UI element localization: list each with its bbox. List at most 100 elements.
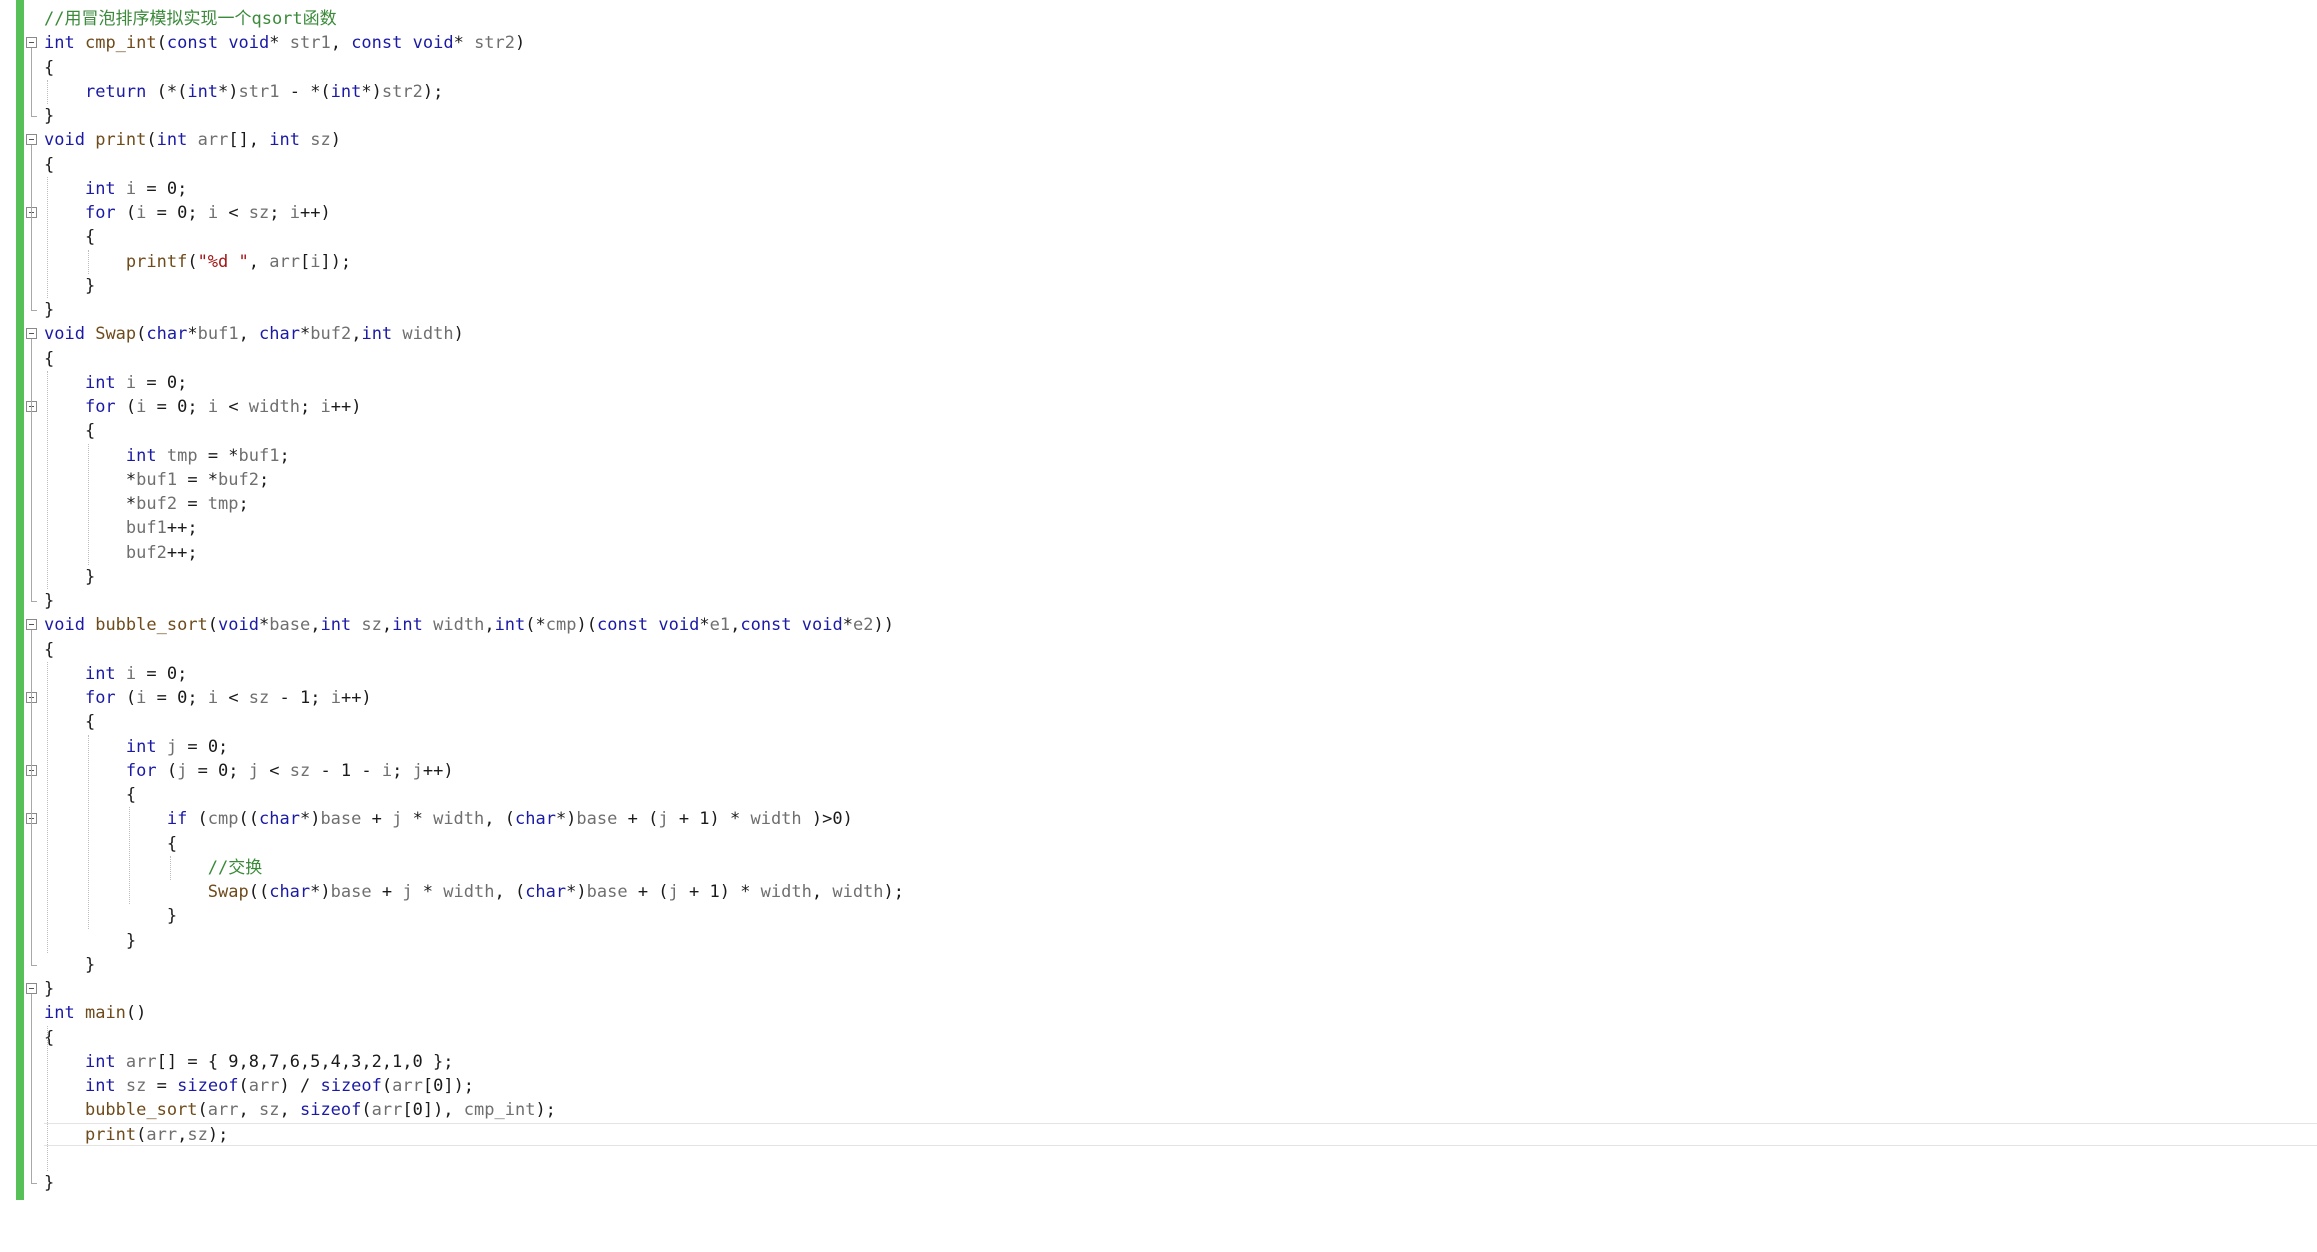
fold-toggle-icon[interactable] <box>26 37 37 49</box>
code-line[interactable]: return (*(int*)str1 - *(int*)str2); <box>44 80 904 104</box>
code-line[interactable]: } <box>44 977 904 1001</box>
fold-end-marker <box>31 1183 37 1184</box>
code-line[interactable]: } <box>44 953 904 977</box>
code-line[interactable]: buf2++; <box>44 541 904 565</box>
code-line[interactable]: { <box>44 832 904 856</box>
code-line[interactable]: } <box>44 904 904 928</box>
fold-toggle-icon[interactable] <box>26 983 37 994</box>
code-editor[interactable]: //用冒泡排序模拟实现一个qsort函数 int cmp_int(const vo… <box>0 0 2317 1252</box>
code-token: *) <box>310 882 331 902</box>
code-line[interactable]: for (i = 0; i < width; i++) <box>44 395 904 419</box>
code-token: = 0; <box>177 736 229 757</box>
code-token: ( <box>146 130 157 151</box>
code-token: ( <box>136 1124 147 1145</box>
code-line[interactable]: for (j = 0; j < sz - 1 - i; j++) <box>44 759 904 783</box>
code-line[interactable]: void Swap(char*buf1, char*buf2,int width… <box>44 322 904 346</box>
code-line[interactable]: } <box>44 1171 904 1195</box>
code-line[interactable]: int i = 0; <box>44 662 904 686</box>
code-token: char <box>259 809 300 830</box>
code-line[interactable]: int main() <box>44 1001 904 1025</box>
code-token: sz <box>289 760 311 781</box>
code-line[interactable]: buf1++; <box>44 516 904 540</box>
code-line[interactable]: { <box>44 638 904 662</box>
code-line[interactable]: int j = 0; <box>44 735 904 759</box>
code-line[interactable]: { <box>44 153 904 177</box>
code-line[interactable]: //用冒泡排序模拟实现一个qsort函数 <box>44 7 904 31</box>
code-line[interactable]: int tmp = *buf1; <box>44 444 904 468</box>
code-line[interactable]: int i = 0; <box>44 371 904 395</box>
code-token: e1 <box>709 615 731 636</box>
code-token: } <box>44 979 55 999</box>
code-token: j <box>412 760 423 781</box>
code-line[interactable]: { <box>44 56 904 80</box>
code-line[interactable]: { <box>44 347 904 371</box>
code-token: i <box>125 663 137 684</box>
code-line[interactable]: { <box>44 419 904 443</box>
code-token: = <box>146 1076 178 1096</box>
code-line[interactable]: bubble_sort(arr, sz, sizeof(arr[0]), cmp… <box>44 1098 904 1122</box>
code-line[interactable]: int i = 0; <box>44 177 904 201</box>
code-token: int <box>361 324 393 345</box>
code-line[interactable]: int arr[] = { 9,8,7,6,5,4,3,2,1,0 }; <box>44 1050 904 1074</box>
code-line[interactable]: } <box>44 929 904 953</box>
code-line[interactable]: { <box>44 225 904 249</box>
code-token: } <box>44 954 96 975</box>
code-token: arr <box>248 1076 280 1096</box>
indent-guide <box>47 661 48 953</box>
fold-toggle-icon[interactable] <box>26 619 37 631</box>
code-line[interactable]: for (i = 0; i < sz - 1; i++) <box>44 686 904 710</box>
code-line[interactable]: int cmp_int(const void* str1, const void… <box>44 31 904 55</box>
code-token: const <box>740 615 792 636</box>
code-line[interactable]: { <box>44 783 904 807</box>
code-line[interactable]: void bubble_sort(void*base,int sz,int wi… <box>44 613 904 637</box>
code-token: width <box>832 882 884 902</box>
code-token: //用冒泡排序模拟实现一个qsort函数 <box>44 9 337 29</box>
code-line[interactable]: *buf1 = *buf2; <box>44 468 904 492</box>
code-line[interactable]: for (i = 0; i < sz; i++) <box>44 201 904 225</box>
code-token: sizeof <box>320 1076 382 1096</box>
code-text-area[interactable]: //用冒泡排序模拟实现一个qsort函数 int cmp_int(const vo… <box>44 7 904 1195</box>
code-token: { <box>44 57 55 78</box>
code-line[interactable]: } <box>44 298 904 322</box>
code-line[interactable]: void print(int arr[], int sz) <box>44 128 904 152</box>
code-token: int <box>320 615 352 636</box>
code-line[interactable]: print(arr,sz); <box>44 1123 904 1147</box>
code-line[interactable]: } <box>44 589 904 613</box>
code-token: * <box>842 615 853 636</box>
code-token: + <box>361 809 393 830</box>
code-token: { <box>44 421 96 442</box>
code-line[interactable]: { <box>44 1026 904 1050</box>
code-token: = 0; <box>136 178 188 199</box>
code-token: j <box>402 882 413 902</box>
code-line[interactable]: } <box>44 274 904 298</box>
code-token: int <box>156 130 188 151</box>
code-line[interactable]: if (cmp((char*)base + j * width, (char*)… <box>44 807 904 831</box>
code-token: int <box>269 130 300 151</box>
code-line[interactable] <box>44 1147 904 1171</box>
code-token: + ( <box>617 809 659 830</box>
code-token: ++) <box>330 397 362 417</box>
fold-toggle-icon[interactable] <box>26 328 37 340</box>
code-token: * <box>44 469 137 490</box>
code-line[interactable]: //交换 <box>44 856 904 880</box>
code-line[interactable]: printf("%d ", arr[i]); <box>44 250 904 274</box>
code-line[interactable]: int sz = sizeof(arr) / sizeof(arr[0]); <box>44 1074 904 1098</box>
code-token: + <box>371 882 403 902</box>
code-line[interactable]: } <box>44 104 904 128</box>
code-line[interactable]: { <box>44 710 904 734</box>
code-token: int <box>44 1003 75 1024</box>
fold-toggle-icon[interactable] <box>26 134 37 146</box>
code-token: i <box>136 688 147 708</box>
code-line[interactable]: Swap((char*)base + j * width, (char*)bas… <box>44 880 904 904</box>
code-token: ; <box>238 494 249 514</box>
code-token: ++) <box>340 688 372 708</box>
code-line[interactable]: } <box>44 565 904 589</box>
code-line[interactable]: *buf2 = tmp; <box>44 492 904 516</box>
